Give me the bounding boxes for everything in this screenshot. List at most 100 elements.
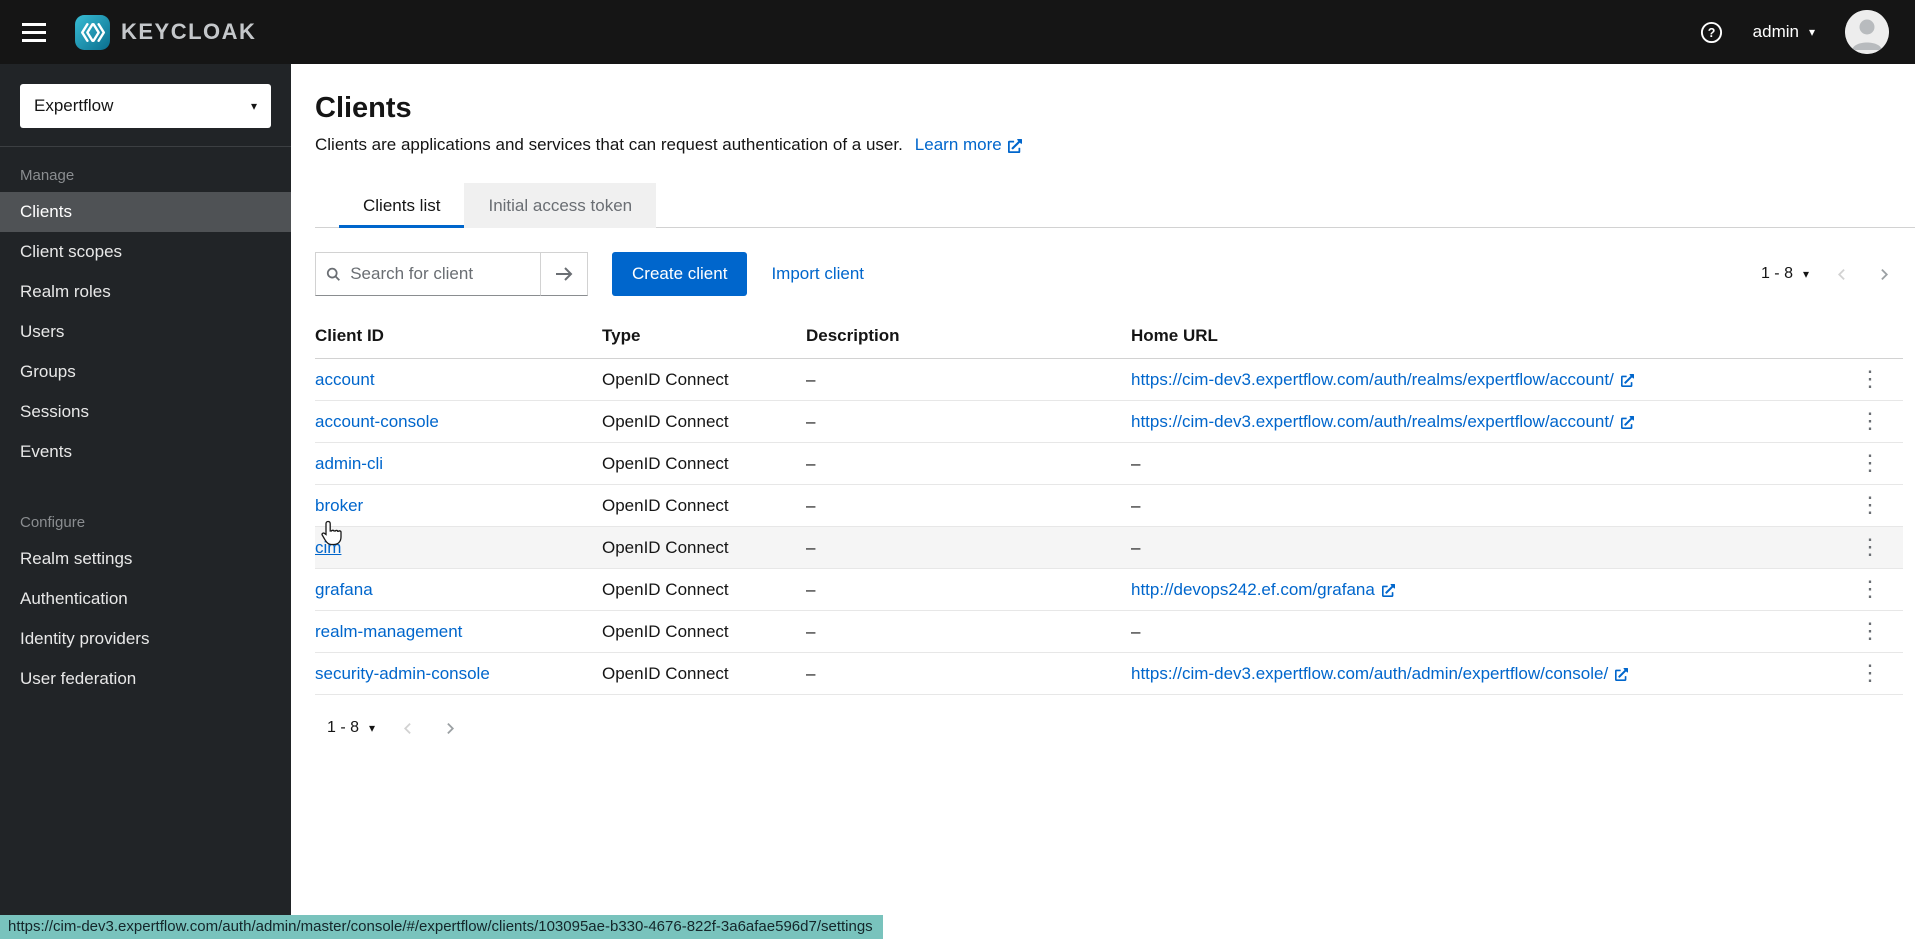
- pagination-next-button[interactable]: [1864, 259, 1903, 290]
- home-url-empty: –: [1131, 622, 1140, 641]
- client-id-link[interactable]: broker: [315, 496, 363, 516]
- table-row: account OpenID Connect–https://cim-dev3.e…: [315, 359, 1903, 401]
- search-input[interactable]: [348, 263, 530, 285]
- tabs-bar: Clients list Initial access token: [315, 183, 1915, 228]
- table-row: admin-cliOpenID Connect––⋮: [315, 443, 1903, 485]
- external-link-icon: [1382, 584, 1395, 597]
- chevron-right-icon: [443, 721, 456, 736]
- col-description: Description: [806, 314, 1131, 359]
- table-row: cimOpenID Connect––⋮: [315, 527, 1903, 569]
- client-type: OpenID Connect: [602, 443, 806, 485]
- table-row: account-consoleOpenID Connect–https://ci…: [315, 401, 1903, 443]
- client-id-link[interactable]: account-console: [315, 412, 439, 432]
- sidebar-toggle-button[interactable]: [22, 23, 46, 42]
- learn-more-link[interactable]: Learn more: [915, 135, 1022, 155]
- client-id-link[interactable]: admin-cli: [315, 454, 383, 474]
- client-type: OpenID Connect: [602, 527, 806, 569]
- home-url-link[interactable]: https://cim-dev3.expertflow.com/auth/rea…: [1131, 370, 1634, 390]
- sidebar-item-sessions[interactable]: Sessions: [0, 392, 291, 432]
- caret-down-icon: ▾: [1809, 26, 1815, 38]
- pagination-options-menu[interactable]: 1 - 8 ▾: [315, 711, 387, 745]
- col-type: Type: [602, 314, 806, 359]
- home-url-empty: –: [1131, 454, 1140, 473]
- sidebar-item-user-federation[interactable]: User federation: [0, 659, 291, 699]
- create-client-button[interactable]: Create client: [612, 252, 747, 296]
- sidebar-item-client-scopes[interactable]: Client scopes: [0, 232, 291, 272]
- row-actions-kebab[interactable]: ⋮: [1847, 368, 1893, 390]
- tab-label: Initial access token: [488, 196, 632, 216]
- sidebar-item-clients[interactable]: Clients: [0, 192, 291, 232]
- sidebar-item-events[interactable]: Events: [0, 432, 291, 472]
- home-url-empty: –: [1131, 496, 1140, 515]
- sidebar-item-realm-settings[interactable]: Realm settings: [0, 539, 291, 579]
- pagination-range: 1 - 8: [1761, 265, 1793, 283]
- external-link-icon: [1008, 139, 1022, 153]
- home-url-link[interactable]: http://devops242.ef.com/grafana: [1131, 580, 1395, 600]
- hamburger-icon: [22, 23, 46, 42]
- row-actions-kebab[interactable]: ⋮: [1847, 578, 1893, 600]
- table-toolbar: Create client Import client 1 - 8 ▾: [315, 252, 1903, 296]
- client-description: –: [806, 653, 1131, 695]
- sidebar: Expertflow ▾ ManageClientsClient scopesR…: [0, 64, 291, 939]
- pagination-prev-button[interactable]: [1823, 259, 1862, 290]
- arrow-right-icon: [554, 266, 574, 282]
- search-submit-button[interactable]: [541, 252, 588, 296]
- sidebar-item-authentication[interactable]: Authentication: [0, 579, 291, 619]
- row-actions-kebab[interactable]: ⋮: [1847, 620, 1893, 642]
- home-url-link[interactable]: https://cim-dev3.expertflow.com/auth/adm…: [1131, 664, 1628, 684]
- sidebar-item-identity-providers[interactable]: Identity providers: [0, 619, 291, 659]
- sidebar-item-users[interactable]: Users: [0, 312, 291, 352]
- user-menu[interactable]: admin ▾: [1753, 22, 1815, 42]
- client-description: –: [806, 611, 1131, 653]
- realm-selector-container: Expertflow ▾: [0, 64, 291, 147]
- page-title: Clients: [315, 92, 1903, 125]
- table-row: grafanaOpenID Connect–http://devops242.e…: [315, 569, 1903, 611]
- client-type: OpenID Connect: [602, 359, 806, 401]
- client-description: –: [806, 527, 1131, 569]
- import-client-link[interactable]: Import client: [771, 264, 864, 284]
- home-url-link[interactable]: https://cim-dev3.expertflow.com/auth/rea…: [1131, 412, 1634, 432]
- pagination-range: 1 - 8: [327, 719, 359, 737]
- pagination-next-button[interactable]: [430, 713, 469, 744]
- table-header-row: Client ID Type Description Home URL: [315, 314, 1903, 359]
- client-type: OpenID Connect: [602, 485, 806, 527]
- client-id-link[interactable]: account: [315, 370, 375, 390]
- external-link-icon: [1621, 416, 1634, 429]
- sidebar-item-realm-roles[interactable]: Realm roles: [0, 272, 291, 312]
- clients-table: Client ID Type Description Home URL acco…: [315, 314, 1903, 695]
- client-type: OpenID Connect: [602, 611, 806, 653]
- top-bar: KEYCLOAK ? admin ▾: [0, 0, 1915, 64]
- home-url-empty: –: [1131, 538, 1140, 557]
- sidebar-item-groups[interactable]: Groups: [0, 352, 291, 392]
- row-actions-kebab[interactable]: ⋮: [1847, 452, 1893, 474]
- nav-section-title: Manage: [0, 159, 291, 192]
- col-client-id: Client ID: [315, 314, 602, 359]
- row-actions-kebab[interactable]: ⋮: [1847, 494, 1893, 516]
- tab-clients-list[interactable]: Clients list: [339, 183, 464, 228]
- client-id-link[interactable]: realm-management: [315, 622, 462, 642]
- tab-initial-access-token[interactable]: Initial access token: [464, 183, 656, 228]
- learn-more-label: Learn more: [915, 135, 1002, 155]
- pagination-prev-button[interactable]: [389, 713, 428, 744]
- help-icon[interactable]: ?: [1700, 21, 1723, 44]
- realm-selector-dropdown[interactable]: Expertflow ▾: [20, 84, 271, 128]
- client-id-link[interactable]: security-admin-console: [315, 664, 490, 684]
- pagination-options-menu[interactable]: 1 - 8 ▾: [1749, 257, 1821, 291]
- client-description: –: [806, 485, 1131, 527]
- current-realm: Expertflow: [34, 96, 113, 116]
- main-content: Clients Clients are applications and ser…: [291, 64, 1915, 939]
- row-actions-kebab[interactable]: ⋮: [1847, 536, 1893, 558]
- svg-text:?: ?: [1707, 25, 1715, 39]
- client-description: –: [806, 359, 1131, 401]
- client-id-link[interactable]: cim: [315, 538, 341, 558]
- table-row: security-admin-consoleOpenID Connect–htt…: [315, 653, 1903, 695]
- chevron-left-icon: [1836, 267, 1849, 282]
- row-actions-kebab[interactable]: ⋮: [1847, 662, 1893, 684]
- col-actions: [1847, 314, 1903, 359]
- search-icon: [326, 266, 340, 282]
- avatar[interactable]: [1845, 10, 1889, 54]
- client-type: OpenID Connect: [602, 401, 806, 443]
- page-description: Clients are applications and services th…: [315, 135, 903, 155]
- client-id-link[interactable]: grafana: [315, 580, 373, 600]
- row-actions-kebab[interactable]: ⋮: [1847, 410, 1893, 432]
